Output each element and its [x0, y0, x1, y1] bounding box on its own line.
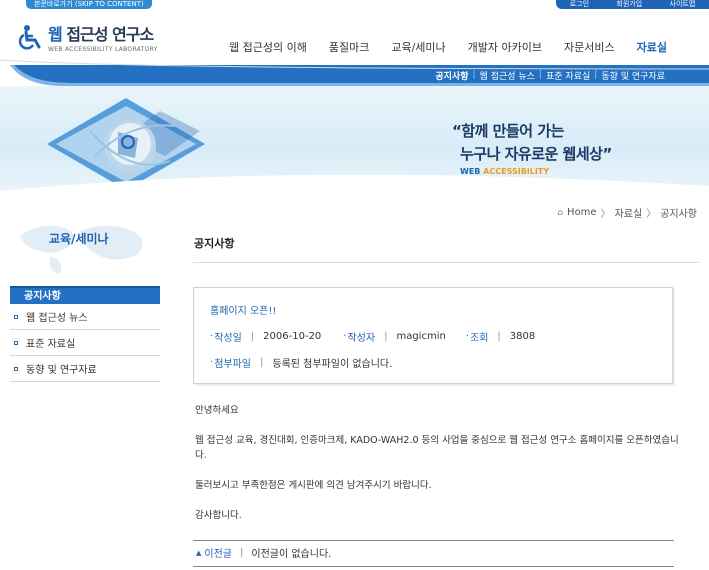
dot-icon: · [343, 331, 347, 342]
subnav-separator: | [594, 70, 598, 80]
wheelchair-icon [16, 23, 44, 51]
sidebar-item-standards[interactable]: 표준 자료실 [10, 330, 160, 356]
slogan-line-1: “함께 만들어 가는 [452, 122, 564, 140]
sitemap-link[interactable]: 사이트맵 [670, 0, 696, 9]
utility-menu: 로그인 회원가입 사이트맵 [556, 0, 709, 9]
title-divider [193, 262, 699, 263]
logo-title: 웹 접근성 연구소 [48, 25, 154, 44]
attachment-value: 등록된 첨부파일이 없습니다. [272, 359, 393, 370]
subnav-item-news[interactable]: 웹 접근성 뉴스 [480, 69, 535, 82]
prev-divider-top [193, 540, 674, 541]
separator: | [497, 331, 501, 342]
prev-post-value: 이전글이 없습니다. [251, 549, 332, 560]
dot-icon: · [210, 331, 214, 342]
subnav-separator: | [538, 70, 542, 80]
skip-to-content-link[interactable]: 본문바로가기 (SKIP TO CONTENT) [26, 0, 152, 9]
breadcrumb-library[interactable]: 자료실 [615, 205, 643, 220]
gnb-item-quality-mark[interactable]: 품질마크 [329, 39, 369, 55]
breadcrumb: ⌂ Home 〉 자료실 〉 공지사항 [557, 205, 697, 220]
prev-post-label[interactable]: 이전글 [204, 545, 232, 560]
prev-divider-bottom [193, 566, 674, 567]
post-body-paragraph: 웹 접근성 교육, 경진대회, 인증마크제, KADO-WAH2.0 등의 사업… [195, 435, 679, 461]
post-date: 2006-10-20 [263, 331, 322, 342]
global-nav: 웹 접근성의 이해 품질마크 교육/세미나 개발자 아카이브 자문서비스 자료실 [229, 39, 667, 55]
post-title: 홈페이지 오픈!! [210, 306, 277, 317]
breadcrumb-current: 공지사항 [660, 209, 697, 220]
separator: | [260, 357, 264, 368]
dot-icon: · [465, 331, 470, 342]
subnav-item-standards[interactable]: 표준 자료실 [546, 69, 590, 82]
post-attachment-row: · 첨부파일 | 등록된 첨부파일이 없습니다. [210, 355, 392, 370]
page-title: 공지사항 [194, 237, 235, 250]
separator: | [240, 547, 244, 558]
post-meta-row: · 작성일 | 2006-10-20 · 작성자 | magicmin · 조회 | … [210, 329, 535, 344]
hero-banner: “함께 만들어 가는 누구나 자유로운 웹세상” WEB ACCESSIBILI… [0, 86, 709, 191]
square-bullet-icon [14, 314, 18, 319]
sidebar-item-label: 동향 및 연구자료 [26, 365, 97, 376]
dot-icon: · [210, 357, 214, 368]
separator: | [384, 331, 388, 342]
sidebar-title: 교육/세미나 [49, 232, 109, 246]
author-label: 작성자 [347, 333, 376, 344]
square-bullet-icon [14, 340, 18, 345]
sidebar-item-news[interactable]: 웹 접근성 뉴스 [10, 304, 160, 330]
home-icon: ⌂ [557, 207, 564, 218]
subnav-item-trends[interactable]: 동향 및 연구자료 [601, 69, 665, 82]
sidebar-item-label: 표준 자료실 [26, 339, 76, 350]
subnav-item-notice[interactable]: 공지사항 [435, 69, 468, 82]
square-bullet-icon [14, 366, 18, 371]
chevron-right-icon: 〉 [600, 209, 611, 220]
gnb-item-understanding[interactable]: 웹 접근성의 이해 [229, 39, 307, 55]
post-body-greeting: 안녕하세요 [195, 405, 239, 416]
gnb-item-developer-archive[interactable]: 개발자 아카이브 [468, 39, 542, 55]
sidebar-item-label: 웹 접근성 뉴스 [26, 313, 88, 324]
triangle-up-icon: ▲ [196, 548, 202, 557]
post-author: magicmin [396, 331, 446, 342]
gnb-item-library[interactable]: 자료실 [637, 39, 667, 55]
logo-subtitle: WEB ACCESSIBILITY LABORATORY [48, 46, 158, 53]
post-info-box: 홈페이지 오픈!! · 작성일 | 2006-10-20 · 작성자 | magic… [193, 287, 673, 384]
views-label: 조회 [470, 333, 489, 344]
signup-link[interactable]: 회원가입 [616, 0, 642, 9]
site-logo[interactable]: 웹 접근성 연구소 WEB ACCESSIBILITY LABORATORY [16, 21, 158, 53]
sidebar-item-notice[interactable]: 공지사항 [10, 286, 160, 304]
slogan-line-2: 누구나 자유로운 웹세상” [460, 145, 612, 163]
prev-post-row: ▲ 이전글 | 이전글이 없습니다. [196, 545, 331, 560]
login-link[interactable]: 로그인 [570, 0, 589, 9]
subnav-separator: | [472, 70, 476, 80]
sidebar-nav: 공지사항 웹 접근성 뉴스 표준 자료실 동향 및 연구자료 [10, 286, 160, 382]
sidebar-item-trends[interactable]: 동향 및 연구자료 [10, 356, 160, 382]
chevron-right-icon: 〉 [646, 209, 657, 220]
breadcrumb-home[interactable]: Home [567, 207, 597, 218]
post-body-closing: 감사합니다. [195, 510, 242, 521]
separator: | [250, 331, 255, 342]
gnb-item-education[interactable]: 교육/세미나 [391, 39, 445, 55]
slogan-tag: WEB ACCESSIBILITY [460, 167, 550, 176]
post-body-paragraph: 둘러보시고 부족한점은 게시판에 의견 남겨주시기 바랍니다. [195, 480, 432, 491]
post-views: 3808 [509, 331, 536, 342]
hero-slogan: “함께 만들어 가는 누구나 자유로운 웹세상” WEB ACCESSIBILI… [452, 120, 612, 176]
attachment-label: 첨부파일 [214, 359, 251, 370]
gnb-item-consulting[interactable]: 자문서비스 [564, 39, 615, 55]
date-label: 작성일 [214, 333, 242, 344]
